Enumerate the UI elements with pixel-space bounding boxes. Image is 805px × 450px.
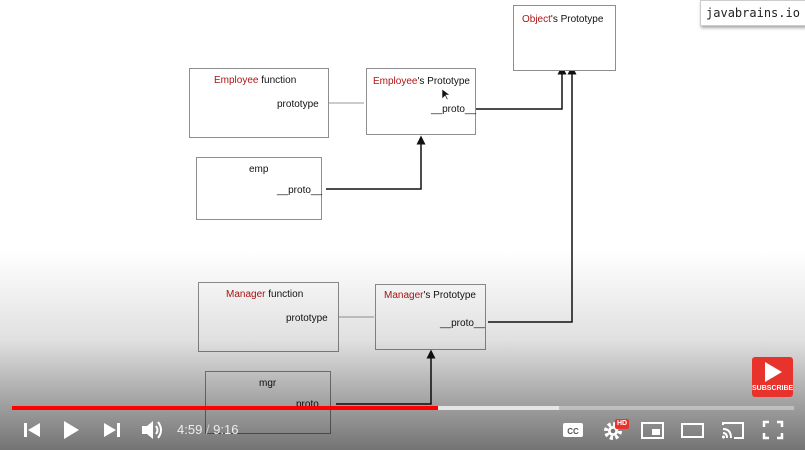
duration: 9:16 <box>213 422 239 437</box>
object-prototype-box: Object's Prototype <box>513 5 616 71</box>
javabrains-watermark: javabrains.io <box>700 0 805 26</box>
manager-function-box: Manager function prototype <box>198 282 339 352</box>
subscribe-label: SUBSCRIBE <box>752 385 794 392</box>
miniplayer-icon[interactable] <box>640 416 666 444</box>
employee-prototype-proto-field: __proto__ <box>431 104 477 115</box>
play-logo-icon <box>765 362 782 382</box>
previous-icon[interactable] <box>20 416 44 444</box>
current-time: 4:59 <box>177 422 203 437</box>
employee-function-box: Employee function prototype <box>189 68 329 138</box>
manager-prototype-title: Manager's Prototype <box>384 290 476 301</box>
time-display: 4:59 / 9:16 <box>177 422 238 437</box>
employee-prototype-box: Employee's Prototype __proto__ <box>366 68 476 135</box>
mouse-cursor-icon <box>442 89 450 101</box>
object-prototype-title: Object's Prototype <box>522 14 604 25</box>
volume-icon[interactable] <box>139 416 165 444</box>
played-progress <box>12 406 438 410</box>
manager-proto-arrow <box>488 65 577 323</box>
captions-icon[interactable]: CC <box>561 416 585 444</box>
fullscreen-icon[interactable] <box>760 416 786 444</box>
manager-prototype-proto-field: __proto__ <box>440 318 486 329</box>
employee-function-prototype-field: prototype <box>277 99 319 110</box>
manager-prototype-box: Manager's Prototype __proto__ <box>375 284 486 350</box>
mgr-proto-arrow <box>336 349 436 405</box>
cast-icon[interactable] <box>720 416 746 444</box>
emp-title: emp <box>249 164 269 175</box>
theater-icon[interactable] <box>680 416 706 444</box>
manager-function-prototype-field: prototype <box>286 313 328 324</box>
subscribe-button[interactable]: SUBSCRIBE <box>752 357 793 397</box>
manager-function-title: Manager function <box>226 289 304 300</box>
emp-box: emp __proto__ <box>196 157 322 220</box>
mgr-title: mgr <box>259 378 277 389</box>
employee-prototype-title: Employee's Prototype <box>373 76 470 87</box>
employee-function-title: Employee function <box>214 75 297 86</box>
play-icon[interactable] <box>59 416 83 444</box>
time-separator: / <box>202 422 214 437</box>
emp-proto-field: __proto__ <box>277 185 323 196</box>
employee-proto-arrow <box>476 65 567 110</box>
emp-proto-arrow <box>326 135 426 190</box>
svg-text:CC: CC <box>567 427 579 436</box>
next-icon[interactable] <box>100 416 124 444</box>
progress-bar[interactable] <box>12 406 794 410</box>
hd-badge: HD <box>615 419 630 429</box>
